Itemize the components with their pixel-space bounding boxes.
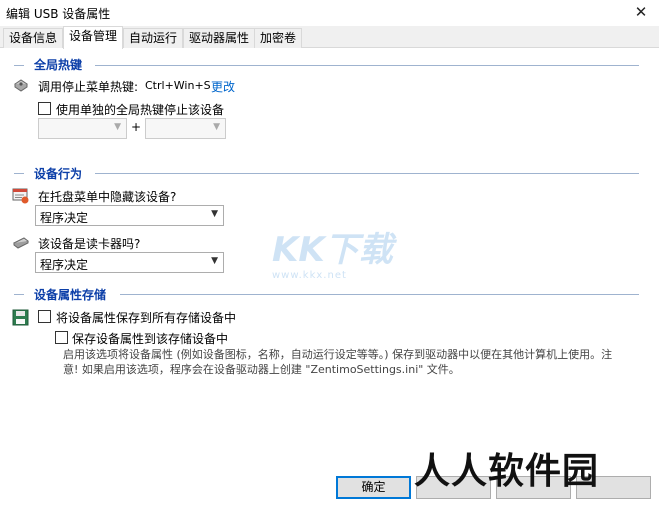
tab-device-management[interactable]: 设备管理 [63, 26, 124, 49]
card-reader-icon [12, 235, 30, 254]
hotkey-value: Ctrl+Win+S [145, 79, 211, 92]
kkx-watermark-logo: KK下载 [272, 230, 393, 270]
tab-drive-properties[interactable]: 驱动器属性 [183, 28, 256, 48]
section-title-behavior: 设备行为 [34, 165, 87, 182]
tab-autorun[interactable]: 自动运行 [123, 28, 184, 48]
ok-button[interactable]: 确定 [336, 476, 411, 499]
card-reader-label: 该设备是读卡器吗? [38, 237, 141, 251]
section-line-storage [120, 294, 639, 295]
tab-encrypted-volume[interactable]: 加密卷 [254, 28, 303, 48]
chevron-down-icon: ▼ [211, 256, 218, 266]
card-reader-value: 程序决定 [40, 258, 89, 272]
save-this-device-label: 保存设备属性到该存储设备中 [72, 332, 229, 346]
hotkey-icon [12, 77, 30, 96]
storage-description: 启用该选项将设备属性 (例如设备图标，名称，自动运行设定等等。) 保存到驱动器中… [63, 348, 613, 376]
renren-watermark: 人人软件园 [414, 451, 600, 492]
hotkey-label: 调用停止菜单热键: [38, 80, 139, 94]
save-storage-icon [12, 309, 30, 330]
save-all-devices-checkbox[interactable] [38, 310, 51, 323]
save-this-device-checkbox[interactable] [55, 331, 68, 344]
hide-in-tray-select[interactable]: 程序决定 ▼ [35, 205, 224, 226]
chevron-down-icon: ▼ [213, 122, 220, 132]
tab-device-info[interactable]: 设备信息 [3, 28, 64, 48]
save-all-devices-label: 将设备属性保存到所有存储设备中 [56, 311, 237, 325]
separate-hotkey-label: 使用单独的全局热键停止该设备 [56, 103, 225, 117]
hide-in-tray-value: 程序决定 [40, 211, 89, 225]
section-title-storage: 设备属性存储 [34, 286, 111, 303]
hotkey-modifier-combo[interactable]: ▼ [38, 118, 127, 139]
chevron-down-icon: ▼ [114, 122, 121, 132]
plus-sign: + [131, 120, 142, 134]
separate-hotkey-checkbox[interactable] [38, 102, 51, 115]
section-line-hotkey [95, 65, 639, 66]
section-line-storage-left [14, 294, 24, 295]
chevron-down-icon: ▼ [211, 209, 218, 219]
hotkey-key-combo[interactable]: ▼ [145, 118, 226, 139]
section-line-hotkey-left [14, 65, 24, 66]
window-title: 编辑 USB 设备属性 [6, 7, 111, 21]
card-reader-select[interactable]: 程序决定 ▼ [35, 252, 224, 273]
section-line-behavior-left [14, 173, 24, 174]
tab-strip: 设备信息 设备管理 自动运行 驱动器属性 加密卷 [0, 26, 659, 49]
change-hotkey-link[interactable]: 更改 [211, 78, 235, 95]
section-title-hotkey: 全局热键 [34, 56, 87, 73]
section-line-behavior [95, 173, 639, 174]
kkx-watermark-url: www.kkx.net [272, 270, 347, 281]
title-bar: 编辑 USB 设备属性 ✕ [0, 0, 659, 26]
close-button[interactable]: ✕ [629, 1, 653, 23]
tray-menu-icon [12, 188, 30, 207]
hide-in-tray-label: 在托盘菜单中隐藏该设备? [38, 190, 177, 204]
tab-panel: 全局热键 调用停止菜单热键: Ctrl+Win+S 更改 使用单独的全局热键停止… [0, 48, 659, 505]
